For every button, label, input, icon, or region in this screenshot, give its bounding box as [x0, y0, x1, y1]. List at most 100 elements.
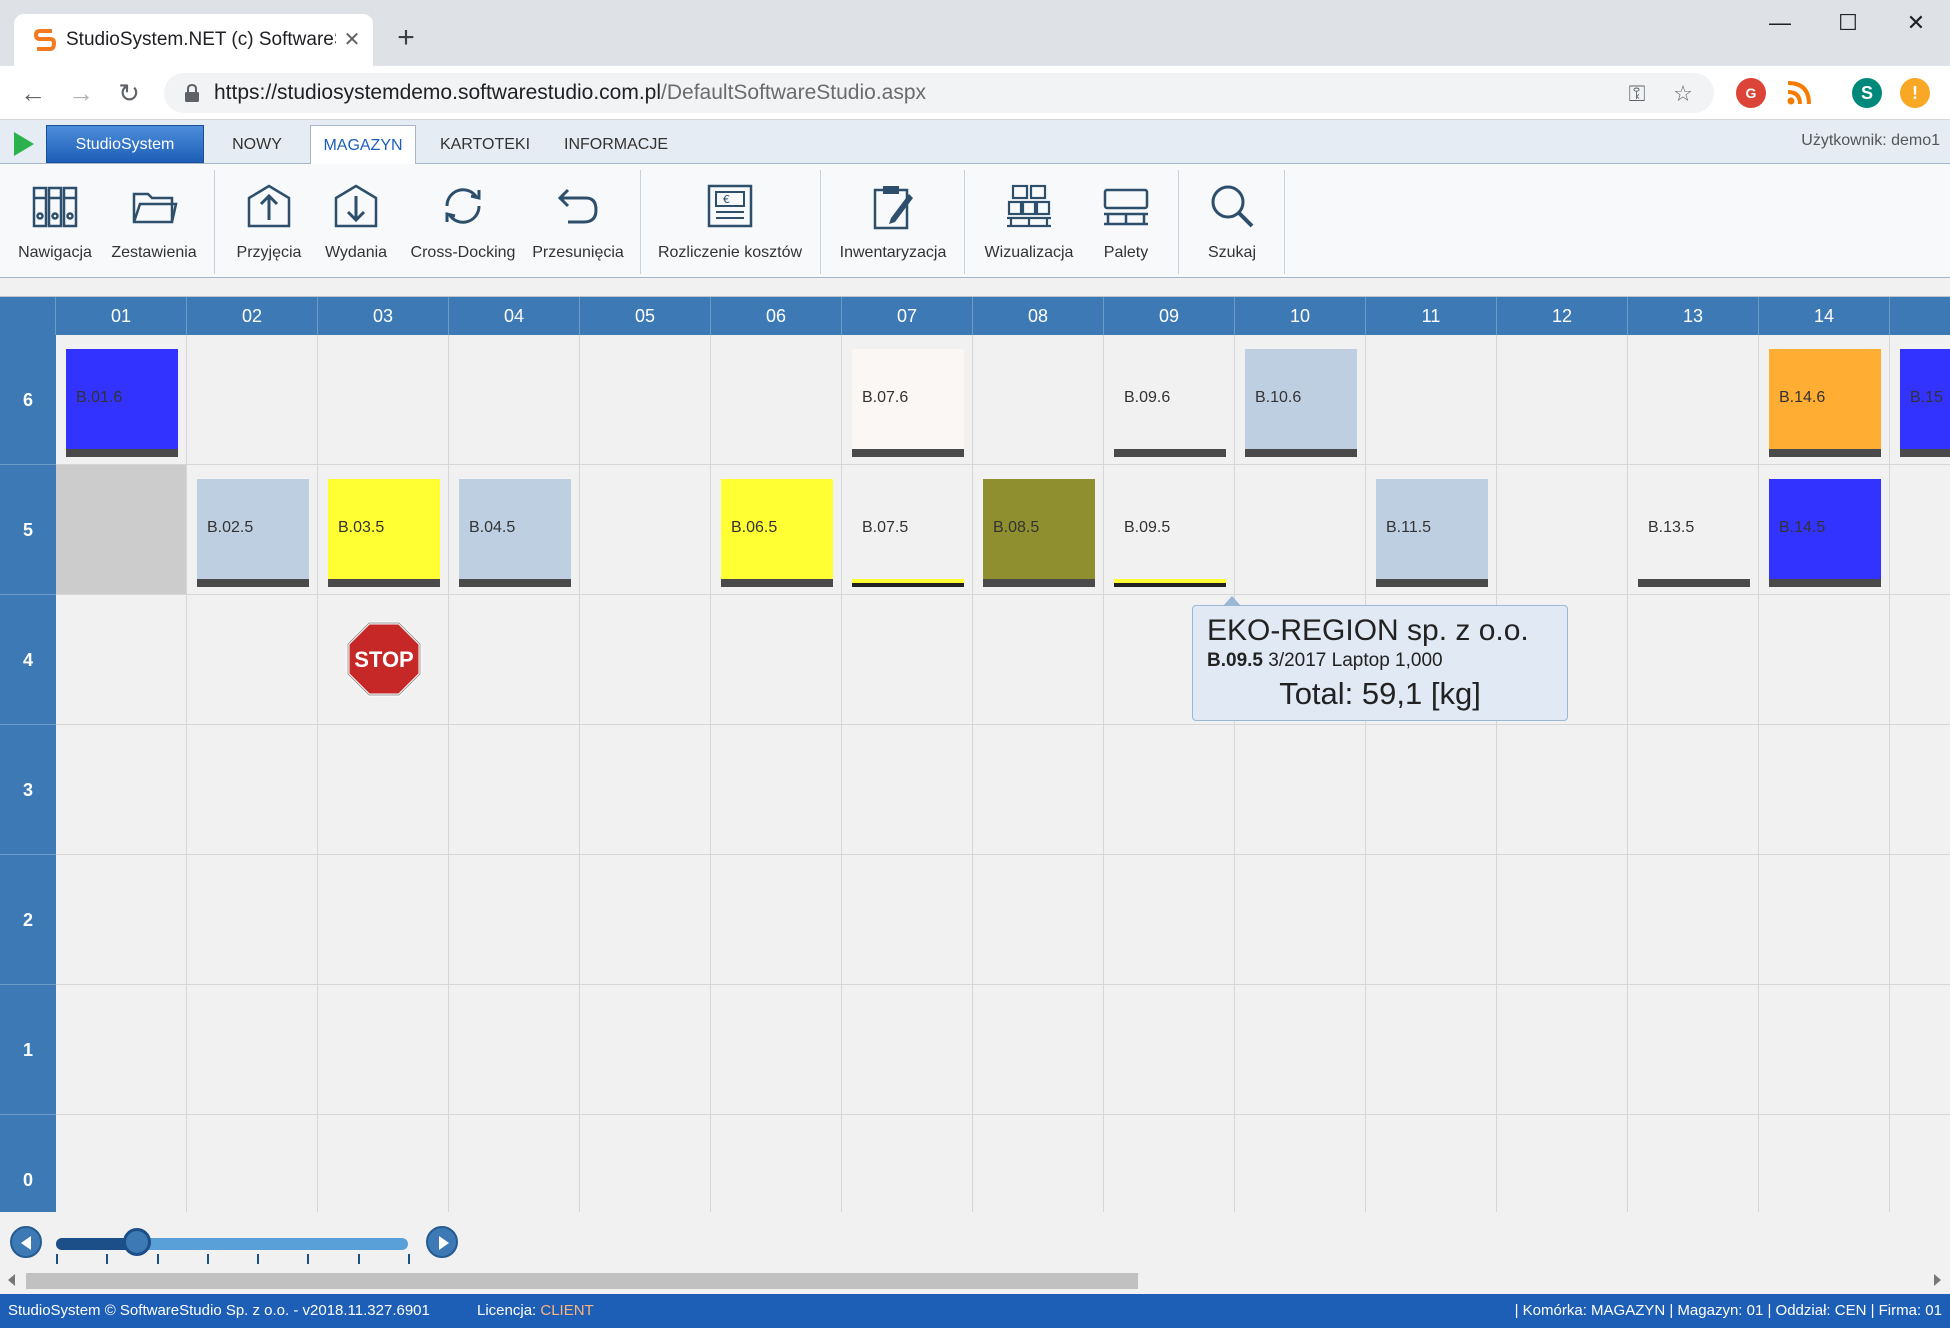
slider-prev-button[interactable] — [10, 1226, 42, 1258]
grid-cell[interactable] — [449, 985, 580, 1115]
key-icon[interactable]: ⚿ — [1624, 81, 1650, 107]
grid-cell[interactable] — [580, 985, 711, 1115]
grid-cell[interactable] — [1104, 855, 1235, 985]
grid-cell[interactable] — [1235, 855, 1366, 985]
grid-cell[interactable] — [580, 855, 711, 985]
grid-cell[interactable] — [56, 855, 187, 985]
grid-cell[interactable] — [1759, 985, 1890, 1115]
tab-magazyn[interactable]: MAGAZYN — [310, 125, 416, 164]
grid-cell[interactable] — [1497, 335, 1628, 465]
scroll-left-arrow-icon[interactable] — [8, 1274, 15, 1286]
grid-cell[interactable] — [973, 985, 1104, 1115]
grid-cell[interactable] — [842, 855, 973, 985]
studiosystem-button[interactable]: StudioSystem — [46, 125, 204, 163]
url-text[interactable]: https://studiosystemdemo.softwarestudio.… — [214, 81, 926, 105]
grid-cell[interactable] — [1628, 985, 1759, 1115]
grid-cell[interactable] — [187, 725, 318, 855]
grid-cell[interactable] — [187, 595, 318, 725]
grid-cell[interactable] — [1890, 465, 1950, 595]
maximize-button[interactable]: ☐ — [1818, 8, 1878, 38]
grid-cell[interactable] — [1366, 855, 1497, 985]
grid-cell[interactable] — [580, 465, 711, 595]
grid-cell[interactable] — [1235, 985, 1366, 1115]
profile-avatar[interactable]: S — [1852, 78, 1882, 108]
reload-icon[interactable]: ↻ — [112, 76, 146, 110]
grid-cell[interactable] — [580, 595, 711, 725]
storage-location[interactable]: B.13.5 — [1638, 479, 1750, 587]
ribbon-wydania[interactable]: Wydania — [316, 174, 396, 268]
grid-cell[interactable] — [1628, 725, 1759, 855]
grid-cell[interactable] — [318, 335, 449, 465]
grid-cell[interactable] — [973, 725, 1104, 855]
minimize-button[interactable]: — — [1750, 8, 1810, 38]
ribbon-przesuniecia[interactable]: Przesunięcia — [528, 174, 628, 268]
grid-cell[interactable] — [973, 595, 1104, 725]
ribbon-rozliczenie-kosztow[interactable]: € Rozliczenie kosztów — [654, 174, 806, 268]
storage-location[interactable]: B.08.5 — [983, 479, 1095, 587]
grid-cell[interactable] — [187, 335, 318, 465]
tab-close-icon[interactable]: ✕ — [340, 28, 364, 52]
grid-cell[interactable] — [580, 335, 711, 465]
grid-cell[interactable] — [973, 855, 1104, 985]
ribbon-nawigacja[interactable]: Nawigacja — [10, 174, 100, 268]
grid-cell[interactable] — [1366, 985, 1497, 1115]
grid-cell[interactable] — [1497, 725, 1628, 855]
blocked-cell[interactable] — [56, 465, 187, 595]
ribbon-wizualizacja[interactable]: Wizualizacja — [978, 174, 1080, 268]
grid-cell[interactable] — [318, 855, 449, 985]
storage-location[interactable]: B.07.6 — [852, 349, 964, 457]
grid-cell[interactable] — [1497, 855, 1628, 985]
slider-thumb[interactable] — [122, 1228, 151, 1256]
update-icon[interactable]: ! — [1900, 78, 1930, 108]
google-plus-icon[interactable]: G — [1736, 78, 1766, 108]
storage-location[interactable]: B.09.6 — [1114, 349, 1226, 457]
ribbon-palety[interactable]: Palety — [1088, 174, 1164, 268]
grid-cell[interactable] — [1759, 725, 1890, 855]
grid-cell[interactable] — [449, 855, 580, 985]
scroll-right-arrow-icon[interactable] — [1934, 1274, 1941, 1286]
grid-cell[interactable] — [711, 595, 842, 725]
storage-location[interactable]: B.14.6 — [1769, 349, 1881, 457]
storage-location[interactable]: B.03.5 — [328, 479, 440, 587]
grid-cell[interactable] — [449, 725, 580, 855]
grid-cell[interactable] — [1497, 985, 1628, 1115]
grid-cell[interactable] — [1104, 985, 1235, 1115]
horizontal-scrollbar[interactable] — [0, 1268, 1950, 1294]
grid-cell[interactable] — [1235, 465, 1366, 595]
storage-location[interactable]: B.10.6 — [1245, 349, 1357, 457]
grid-cell[interactable] — [56, 725, 187, 855]
grid-cell[interactable] — [56, 595, 187, 725]
grid-cell[interactable] — [580, 725, 711, 855]
storage-location[interactable]: B.15 — [1900, 349, 1950, 457]
ribbon-inwentaryzacja[interactable]: Inwentaryzacja — [834, 174, 952, 268]
ribbon-przyjecia[interactable]: Przyjęcia — [226, 174, 312, 268]
back-icon[interactable]: ← — [16, 76, 50, 110]
grid-cell[interactable] — [449, 595, 580, 725]
grid-cell[interactable] — [56, 985, 187, 1115]
grid-cell[interactable] — [318, 985, 449, 1115]
grid-cell[interactable] — [1890, 985, 1950, 1115]
storage-location[interactable]: B.11.5 — [1376, 479, 1488, 587]
grid-cell[interactable] — [1366, 335, 1497, 465]
grid-cell[interactable] — [1759, 595, 1890, 725]
grid-cell[interactable] — [711, 335, 842, 465]
grid-cell[interactable] — [1628, 855, 1759, 985]
slider-track[interactable] — [56, 1238, 408, 1250]
grid-cell[interactable] — [842, 985, 973, 1115]
grid-cell[interactable] — [1235, 725, 1366, 855]
grid-cell[interactable] — [842, 595, 973, 725]
ribbon-zestawienia[interactable]: Zestawienia — [108, 174, 200, 268]
window-close-button[interactable]: ✕ — [1886, 8, 1946, 38]
browser-tab[interactable]: StudioSystem.NET (c) SoftwareSt ✕ — [14, 14, 373, 66]
grid-cell[interactable] — [711, 725, 842, 855]
storage-location[interactable]: B.01.6 — [66, 349, 178, 457]
grid-cell[interactable] — [1628, 595, 1759, 725]
grid-cell[interactable] — [1366, 725, 1497, 855]
grid-cell[interactable] — [449, 335, 580, 465]
address-bar[interactable]: https://studiosystemdemo.softwarestudio.… — [164, 73, 1714, 113]
grid-cell[interactable] — [973, 335, 1104, 465]
grid-cell[interactable] — [1497, 465, 1628, 595]
storage-location[interactable]: B.02.5 — [197, 479, 309, 587]
grid-cell[interactable] — [1890, 595, 1950, 725]
storage-location[interactable]: B.09.5 — [1114, 479, 1226, 587]
